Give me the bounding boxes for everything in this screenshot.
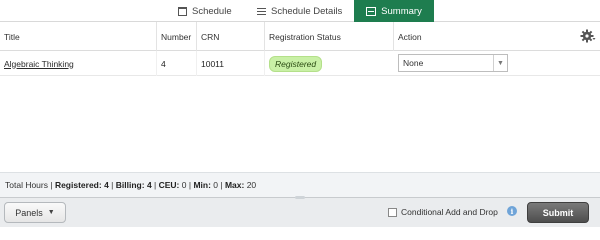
min-label: Min: bbox=[193, 180, 211, 190]
registered-label: Registered: bbox=[54, 180, 102, 190]
table-row: Algebraic Thinking 4 10011 Registered No… bbox=[0, 51, 600, 76]
tab-bar: Schedule Schedule Details Summary bbox=[0, 0, 600, 22]
chevron-down-icon: ▼ bbox=[493, 55, 507, 71]
submit-button[interactable]: Submit bbox=[527, 202, 589, 223]
list-icon bbox=[257, 7, 266, 16]
tab-schedule[interactable]: Schedule bbox=[178, 0, 232, 22]
column-header-title[interactable]: Title bbox=[0, 22, 156, 51]
course-title-link[interactable]: Algebraic Thinking bbox=[4, 59, 74, 69]
column-header-action[interactable]: Action bbox=[393, 22, 573, 51]
panels-button[interactable]: Panels ▼ bbox=[4, 202, 66, 223]
total-hours-bar: Total Hours | Registered: 4 | Billing: 4… bbox=[0, 172, 600, 197]
max-value: 20 bbox=[246, 180, 257, 190]
resize-handle[interactable] bbox=[295, 196, 305, 199]
column-header-registration-status[interactable]: Registration Status bbox=[264, 22, 393, 51]
summary-icon bbox=[366, 6, 377, 16]
calendar-icon bbox=[178, 6, 187, 16]
conditional-add-drop-checkbox[interactable] bbox=[388, 207, 397, 217]
total-hours-label: Total Hours | bbox=[5, 180, 53, 190]
action-select-value: None bbox=[403, 58, 424, 68]
ceu-label: CEU: bbox=[158, 180, 180, 190]
billing-label: Billing: bbox=[115, 180, 145, 190]
gear-icon[interactable] bbox=[580, 28, 596, 44]
footer-bar: Panels ▼ Conditional Add and Drop i Subm… bbox=[0, 196, 600, 227]
tab-summary[interactable]: Summary bbox=[354, 0, 434, 22]
course-number: 4 bbox=[156, 51, 196, 76]
caret-down-icon: ▼ bbox=[47, 209, 55, 216]
status-badge: Registered bbox=[269, 55, 323, 72]
tab-schedule-label: Schedule bbox=[192, 5, 232, 17]
tab-schedule-details[interactable]: Schedule Details bbox=[257, 0, 342, 22]
course-crn: 10011 bbox=[196, 51, 264, 76]
submit-button-label: Submit bbox=[542, 207, 574, 218]
panels-button-label: Panels bbox=[15, 207, 43, 218]
tab-summary-label: Summary bbox=[381, 5, 422, 17]
max-label: Max: bbox=[224, 180, 245, 190]
tab-schedule-details-label: Schedule Details bbox=[271, 5, 343, 17]
column-header-number[interactable]: Number bbox=[156, 22, 196, 51]
column-header-crn[interactable]: CRN bbox=[196, 22, 264, 51]
info-icon[interactable]: i bbox=[507, 206, 517, 216]
conditional-add-drop-label[interactable]: Conditional Add and Drop bbox=[401, 207, 498, 217]
summary-table: Title Number CRN Registration Status Act… bbox=[0, 22, 600, 76]
table-header: Title Number CRN Registration Status Act… bbox=[0, 22, 600, 51]
action-select[interactable]: None ▼ bbox=[398, 54, 508, 72]
